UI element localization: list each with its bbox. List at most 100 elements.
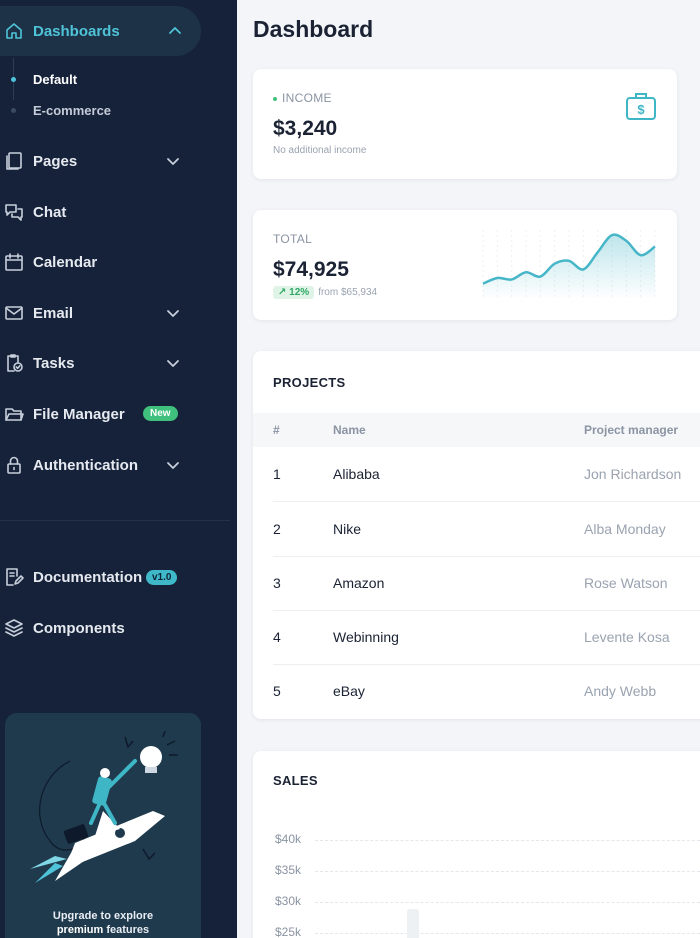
row-name: Alibaba <box>333 466 380 482</box>
row-manager: Alba Monday <box>584 521 666 537</box>
lock-icon <box>4 455 24 475</box>
row-manager: Levente Kosa <box>584 629 670 645</box>
chevron-up-icon[interactable] <box>168 24 182 38</box>
col-name[interactable]: Name <box>333 423 366 437</box>
row-manager: Andy Webb <box>584 683 657 699</box>
sidebar-divider <box>0 520 230 521</box>
nav-calendar-label: Calendar <box>33 253 98 271</box>
grid-line <box>315 933 700 934</box>
row-number: 1 <box>273 466 281 482</box>
promo-text: Upgrade to explore premium features <box>5 909 201 937</box>
income-card: INCOME $3,240 No additional income $ <box>253 69 677 179</box>
sales-card: SALES $40k $35k $30k $25k <box>253 751 700 938</box>
col-number[interactable]: # <box>273 423 280 437</box>
income-value: $3,240 <box>273 117 338 140</box>
nav-calendar[interactable]: Calendar <box>0 237 237 287</box>
chevron-down-icon[interactable] <box>166 458 180 472</box>
folder-icon <box>4 404 24 424</box>
layers-icon <box>4 618 24 638</box>
nav-documentation-label: Documentation <box>33 568 143 586</box>
chevron-down-icon[interactable] <box>166 154 180 168</box>
chevron-down-icon[interactable] <box>166 306 180 320</box>
status-dot <box>273 96 277 101</box>
grid-line <box>315 902 700 903</box>
submenu-active-dot <box>11 77 16 82</box>
income-label-text: INCOME <box>282 91 332 105</box>
table-row[interactable]: 2 Nike Alba Monday <box>253 502 700 557</box>
trend-value: 12% <box>289 287 310 298</box>
svg-text:$: $ <box>637 102 645 117</box>
mail-icon <box>4 303 24 323</box>
rocket-illustration <box>30 731 178 883</box>
table-row[interactable]: 1 Alibaba Jon Richardson <box>253 447 700 502</box>
new-badge: New <box>143 406 178 421</box>
promo-premium: premium <box>56 924 104 936</box>
y-tick-label: $35k <box>275 863 302 877</box>
nav-dashboards-label: Dashboards <box>33 22 120 40</box>
promo-line-2: premium features <box>5 923 201 937</box>
nav-email-label: Email <box>33 304 74 322</box>
money-bag-icon: $ <box>626 93 656 120</box>
nav-pages[interactable]: Pages <box>0 136 237 186</box>
row-manager: Jon Richardson <box>584 466 682 482</box>
table-row[interactable]: 4 Webinning Levente Kosa <box>253 610 700 665</box>
nav-email[interactable]: Email <box>0 288 237 338</box>
nav-chat-label: Chat <box>33 203 67 221</box>
projects-title: PROJECTS <box>273 375 346 390</box>
pages-icon <box>4 151 24 171</box>
nav-file-manager-label: File Manager <box>33 405 125 423</box>
grid-line <box>315 840 700 841</box>
row-name: Nike <box>333 521 362 537</box>
row-number: 4 <box>273 629 281 645</box>
income-sub: No additional income <box>273 145 367 156</box>
table-header: # Name Project manager <box>253 413 700 447</box>
y-tick-label: $30k <box>275 894 302 908</box>
nav-authentication[interactable]: Authentication <box>0 440 237 490</box>
row-name: Amazon <box>333 575 385 591</box>
nav-tasks-label: Tasks <box>33 354 75 372</box>
nav-dashboards[interactable]: Dashboards <box>0 6 201 56</box>
nav-chat[interactable]: Chat <box>0 187 237 237</box>
page-title: Dashboard <box>253 16 374 42</box>
document-edit-icon <box>4 567 24 587</box>
nav-pages-label: Pages <box>33 152 78 170</box>
submenu-dot <box>11 108 16 113</box>
total-from: from $65,934 <box>318 287 378 298</box>
promo-line-1: Upgrade to explore <box>52 910 154 922</box>
sales-bar <box>407 909 419 938</box>
nav-file-manager[interactable]: File Manager <box>0 389 237 439</box>
total-card: TOTAL $74,925 ↗ 12% from $65,934 <box>253 210 677 320</box>
table-row[interactable]: 3 Amazon Rose Watson <box>253 556 700 611</box>
income-label: INCOME <box>273 91 332 105</box>
col-manager[interactable]: Project manager <box>584 423 678 437</box>
nav-components[interactable]: Components <box>0 603 237 653</box>
chat-icon <box>4 202 24 222</box>
table-row[interactable]: 5 eBay Andy Webb <box>253 664 700 719</box>
row-name: Webinning <box>333 629 399 645</box>
sidebar: Dashboards Default E-commerce Pages Chat… <box>0 0 237 938</box>
row-name: eBay <box>333 683 365 699</box>
calendar-icon <box>4 252 24 272</box>
home-icon <box>4 21 24 41</box>
total-sub: ↗ 12% from $65,934 <box>273 286 377 299</box>
total-value: $74,925 <box>273 258 349 281</box>
y-tick-label: $25k <box>275 925 302 938</box>
row-manager: Rose Watson <box>584 575 668 591</box>
row-number: 3 <box>273 575 281 591</box>
chevron-down-icon[interactable] <box>166 356 180 370</box>
nav-documentation[interactable]: Documentation <box>0 552 237 602</box>
y-tick-label: $40k <box>275 832 302 846</box>
nav-tasks[interactable]: Tasks <box>0 338 237 388</box>
row-number: 2 <box>273 521 281 537</box>
trend-badge: ↗ 12% <box>273 286 315 299</box>
row-number: 5 <box>273 683 281 699</box>
upgrade-promo-card[interactable]: Upgrade to explore premium features <box>5 713 201 938</box>
total-label: TOTAL <box>273 232 313 246</box>
sales-title: SALES <box>273 773 318 788</box>
grid-line <box>315 871 700 872</box>
nav-authentication-label: Authentication <box>33 456 138 474</box>
version-badge: v1.0 <box>146 570 178 585</box>
nav-components-label: Components <box>33 619 125 637</box>
sub-item-default[interactable]: Default <box>33 72 77 87</box>
sub-item-ecommerce[interactable]: E-commerce <box>33 103 111 118</box>
